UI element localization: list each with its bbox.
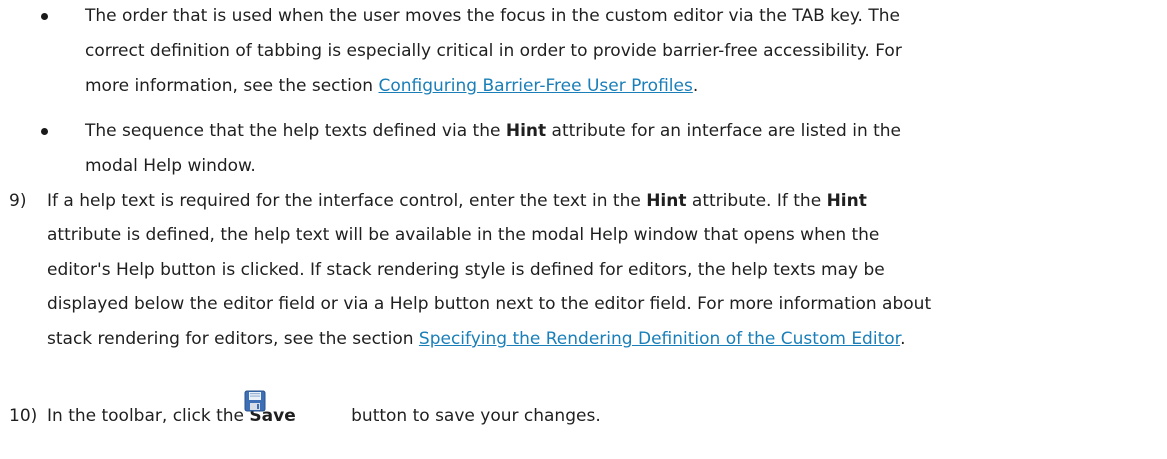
text: attribute. If the xyxy=(686,191,827,211)
bullet2-line1: The sequence that the help texts defined… xyxy=(85,119,901,143)
text: more information, see the section xyxy=(85,76,379,96)
bullet-dot xyxy=(41,128,48,135)
bullet2-line2: modal Help window. xyxy=(85,156,256,176)
step9-line1: If a help text is required for the inter… xyxy=(47,189,867,213)
step10-line: In the toolbar, click the Save button to… xyxy=(47,404,601,428)
floppy-disk-save-icon xyxy=(244,390,266,412)
bullet1-line3: more information, see the section Config… xyxy=(85,74,698,98)
text: stack rendering for editors, see the sec… xyxy=(47,329,419,349)
step9-line3: editor's Help button is clicked. If stac… xyxy=(47,260,885,280)
link-barrier-free-profiles[interactable]: Configuring Barrier-Free User Profiles xyxy=(378,76,692,96)
text: If a help text is required for the inter… xyxy=(47,191,647,211)
bullet1-line1: The order that is used when the user mov… xyxy=(85,6,900,26)
text: The sequence that the help texts defined… xyxy=(85,121,506,141)
text: . xyxy=(900,329,906,349)
link-rendering-definition[interactable]: Specifying the Rendering Definition of t… xyxy=(419,329,900,349)
step9-line2: attribute is defined, the help text will… xyxy=(47,225,880,245)
bullet1-line2: correct definition of tabbing is especia… xyxy=(85,41,902,61)
text: button to save your changes. xyxy=(345,406,601,426)
step9-number: 9) xyxy=(9,191,27,211)
text: In the toolbar, click the xyxy=(47,406,250,426)
step10-number: 10) xyxy=(9,406,38,426)
bold-term: Hint xyxy=(646,191,687,211)
bold-term: Hint xyxy=(505,121,547,141)
text: . xyxy=(692,76,699,96)
step9-line4: displayed below the editor field or via … xyxy=(47,294,932,314)
text: attribute for an interface are listed in… xyxy=(546,121,902,141)
step9-line5: stack rendering for editors, see the sec… xyxy=(47,327,905,351)
bullet-dot xyxy=(41,13,48,20)
bold-term: Hint xyxy=(826,191,867,211)
